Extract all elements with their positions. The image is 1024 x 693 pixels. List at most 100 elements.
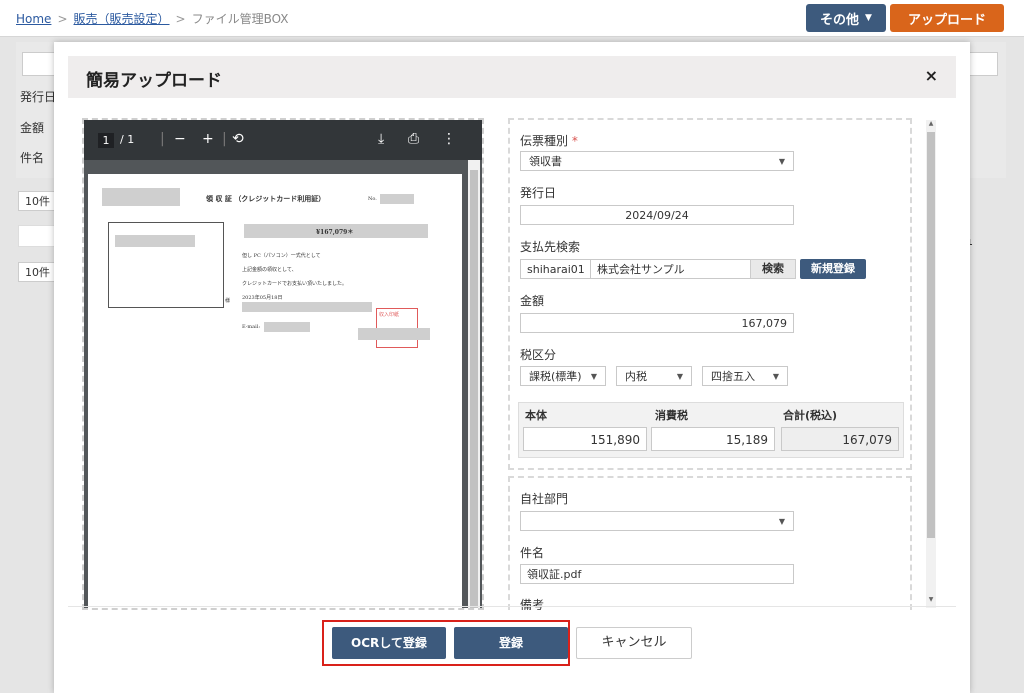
denpyo-type-label: 伝票種別 *	[520, 134, 578, 148]
issue-date-label: 発行日	[520, 186, 557, 200]
amount-input[interactable]: 167,079	[520, 313, 794, 333]
department-label: 自社部門	[520, 492, 569, 506]
denpyo-type-select[interactable]: 領収書 ▼	[520, 151, 794, 171]
tax-category-label: 税区分	[520, 348, 557, 362]
recipient-box: 様	[108, 222, 230, 308]
top-bar: Home > 販売（販売設定） > ファイル管理BOX その他 ▼ アップロード	[0, 0, 1024, 37]
chevron-down-icon: ▼	[772, 372, 779, 381]
ocr-register-button[interactable]: OCRして登録	[332, 627, 446, 659]
breadcrumb-separator: >	[175, 12, 186, 26]
pdf-page: 領 収 証 （クレジットカード利用証） No. 様 ¥167,079＊ 但し P…	[88, 174, 462, 608]
redacted-block	[102, 188, 180, 206]
chevron-down-icon: ▼	[778, 517, 785, 526]
issue-date-input[interactable]: 2024/09/24	[520, 205, 794, 225]
payee-code-input[interactable]: shiharai01	[520, 259, 592, 279]
field-label: 件名	[20, 151, 45, 165]
redacted-block	[264, 322, 310, 332]
pdf-viewport[interactable]: 領 収 証 （クレジットカード利用証） No. 様 ¥167,079＊ 但し P…	[84, 160, 482, 608]
receipt-title: 領 収 証 （クレジットカード利用証）	[206, 194, 326, 203]
zoom-in-icon[interactable]: +	[202, 131, 214, 147]
pdf-scrollbar[interactable]	[468, 160, 480, 608]
stamp-label: 収入印紙	[379, 312, 400, 318]
tax-type-value: 課税(標準)	[529, 370, 582, 383]
form-scrollbar-thumb[interactable]	[927, 132, 935, 538]
table-header-tax: 消費税	[655, 409, 688, 422]
tax-inclusion-select[interactable]: 内税 ▼	[616, 366, 692, 386]
receipt-email: E-mail:	[242, 324, 261, 330]
sama-label: 様	[225, 298, 231, 304]
remarks-label: 備考	[520, 598, 545, 610]
tax-inclusion-value: 内税	[625, 370, 647, 383]
other-menu-label: その他	[820, 12, 860, 28]
redacted-block	[358, 328, 430, 340]
upload-button[interactable]: アップロード	[890, 4, 1004, 32]
receipt-amount: ¥167,079＊	[316, 229, 354, 236]
pdf-toolbar: 1 / 1 | − + | ⟲ ⤓ ⎙ ⋮	[84, 120, 482, 160]
field-label: 金額	[20, 121, 45, 135]
form-section-extra: 自社部門 ▼ 件名 領収証.pdf 備考	[508, 476, 912, 610]
scroll-down-icon[interactable]: ▼	[926, 596, 936, 603]
cancel-button[interactable]: キャンセル	[576, 627, 692, 659]
rotate-icon[interactable]: ⟲	[232, 131, 244, 147]
chevron-down-icon: ▼	[778, 157, 785, 166]
subject-label: 件名	[520, 546, 545, 560]
tax-amount-input[interactable]: 15,189	[651, 427, 775, 451]
payee-name-input[interactable]: 株式会社サンプル	[590, 259, 752, 279]
zoom-out-icon[interactable]: −	[174, 131, 186, 147]
field-label: 発行日	[20, 90, 57, 104]
divider: |	[160, 131, 165, 147]
breadcrumb: Home > 販売（販売設定） > ファイル管理BOX	[16, 10, 289, 27]
search-button[interactable]: 検索	[750, 259, 796, 279]
modal-header: 簡易アップロード ×	[68, 56, 956, 98]
breadcrumb-current: ファイル管理BOX	[191, 12, 289, 26]
page-number-input[interactable]: 1	[98, 133, 114, 148]
per-page-select[interactable]: 10件	[18, 262, 58, 282]
form-scrollbar[interactable]: ▲ ▼	[926, 120, 936, 608]
new-register-button[interactable]: 新規登録	[800, 259, 866, 279]
other-menu-button[interactable]: その他 ▼	[806, 4, 886, 32]
per-page-select[interactable]: 10件	[18, 191, 58, 211]
receipt-no-label: No.	[368, 196, 377, 202]
tax-type-select[interactable]: 課税(標準) ▼	[520, 366, 606, 386]
chevron-down-icon: ▼	[676, 372, 683, 381]
breadcrumb-home-link[interactable]: Home	[16, 12, 51, 26]
redacted-block	[115, 235, 195, 247]
scroll-up-icon[interactable]: ▲	[926, 120, 936, 127]
divider: |	[222, 131, 227, 147]
chevron-down-icon: ▼	[590, 372, 597, 381]
form-section-main: 伝票種別 * 領収書 ▼ 発行日 2024/09/24 支払先検索 shihara…	[508, 118, 912, 470]
rounding-value: 四捨五入	[711, 370, 755, 383]
modal-title: 簡易アップロード	[86, 71, 222, 91]
chevron-down-icon: ▼	[865, 13, 872, 23]
receipt-line: クレジットカードでお支払い頂いたしました。	[242, 281, 348, 287]
required-mark: *	[571, 134, 578, 148]
amount-label: 金額	[520, 294, 545, 308]
page-total: / 1	[120, 133, 135, 146]
breadcrumb-separator: >	[57, 12, 68, 26]
pdf-scrollbar-thumb[interactable]	[470, 170, 478, 608]
pdf-preview: 1 / 1 | − + | ⟲ ⤓ ⎙ ⋮ 領 収 証 （クレジットカード利用証…	[82, 118, 484, 610]
close-icon[interactable]: ×	[925, 66, 938, 85]
payee-search-label: 支払先検索	[520, 240, 581, 254]
total-amount-field: 167,079	[781, 427, 899, 451]
base-amount-input[interactable]: 151,890	[523, 427, 647, 451]
receipt-line: 但し PC（パソコン）一式代として	[242, 253, 321, 259]
department-select[interactable]: ▼	[520, 511, 794, 531]
denpyo-type-value: 領収書	[529, 155, 562, 168]
more-options-icon[interactable]: ⋮	[442, 131, 456, 147]
modal-footer-divider	[68, 606, 956, 607]
table-header-base: 本体	[525, 409, 547, 422]
download-icon[interactable]: ⤓	[378, 131, 384, 147]
redacted-block	[380, 194, 414, 204]
amount-breakdown-table: 本体 消費税 合計(税込) 151,890 15,189 167,079	[518, 402, 904, 458]
register-button[interactable]: 登録	[454, 627, 568, 659]
receipt-date: 2023年05月18日	[242, 295, 283, 301]
receipt-line: 上記金額の領収として、	[242, 267, 297, 273]
subject-input[interactable]: 領収証.pdf	[520, 564, 794, 584]
simple-upload-modal: 簡易アップロード × 1 / 1 | − + | ⟲ ⤓ ⎙ ⋮ 領 収 証 （…	[54, 42, 970, 693]
print-icon[interactable]: ⎙	[408, 131, 419, 147]
redacted-block	[242, 302, 372, 312]
rounding-select[interactable]: 四捨五入 ▼	[702, 366, 788, 386]
breadcrumb-parent-link[interactable]: 販売（販売設定）	[74, 12, 170, 26]
table-header-total: 合計(税込)	[783, 409, 838, 422]
